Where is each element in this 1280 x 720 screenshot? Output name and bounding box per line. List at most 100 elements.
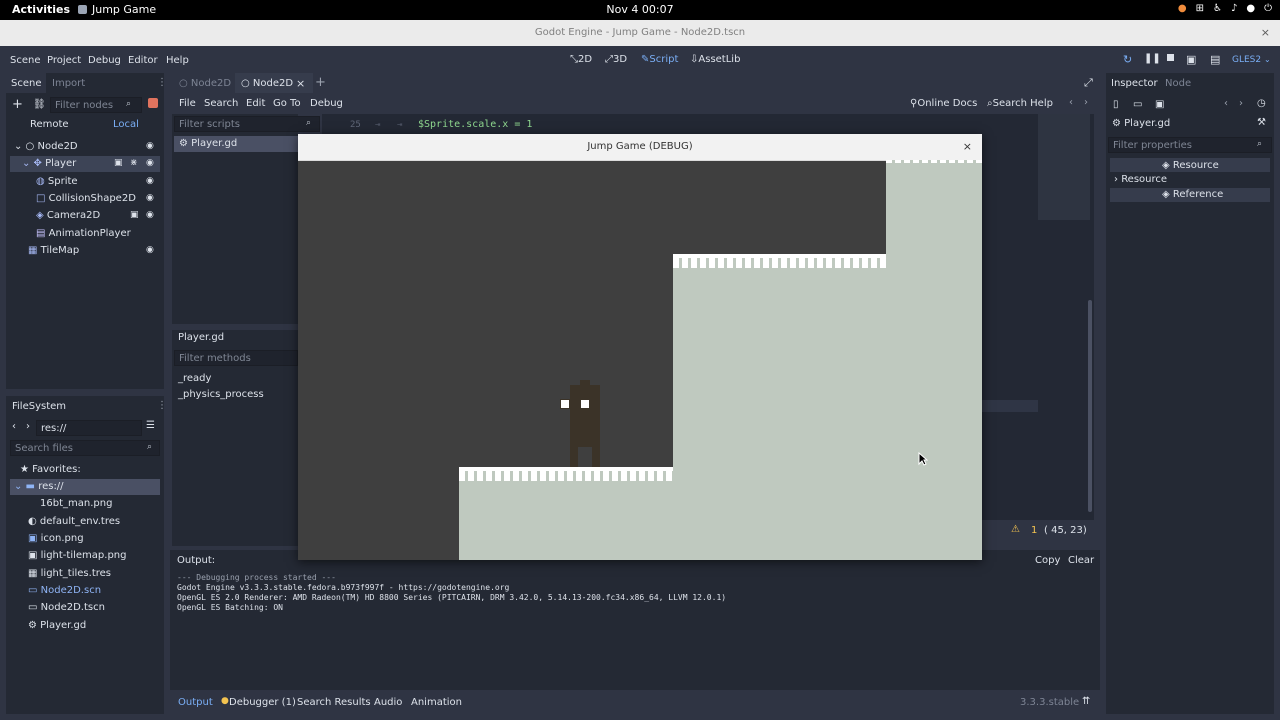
tab-filesystem[interactable]: FileSystem: [12, 401, 66, 412]
tree-node-player[interactable]: ⌄ ✥ Player: [22, 158, 76, 169]
save-icon[interactable]: ▣: [1155, 99, 1164, 110]
file-item[interactable]: 16bt_man.png: [40, 498, 112, 509]
scene-tab-node2d-active[interactable]: ○ Node2D: [241, 78, 293, 89]
menu-debug[interactable]: Debug: [88, 55, 121, 66]
folder-res[interactable]: ⌄ ▬ res://: [14, 481, 64, 492]
file-item[interactable]: ▦ light_tiles.tres: [28, 568, 111, 579]
close-tab-icon[interactable]: ×: [296, 77, 305, 90]
split-view-icon[interactable]: ☰: [146, 420, 155, 431]
open-folder-icon[interactable]: ▭: [1133, 99, 1142, 110]
volume-icon[interactable]: ♪: [1231, 3, 1237, 14]
update-icon[interactable]: ●: [1178, 3, 1187, 14]
game-close-button[interactable]: ×: [963, 134, 972, 160]
add-node-icon[interactable]: +: [12, 97, 23, 112]
bottom-tab-audio[interactable]: Audio: [374, 697, 402, 708]
tab-scene[interactable]: Scene: [11, 78, 42, 89]
inspector-object[interactable]: ⚙ Player.gd: [1112, 118, 1170, 129]
menu-editor[interactable]: Editor: [128, 55, 158, 66]
tab-node[interactable]: Node: [1165, 78, 1191, 89]
copy-button[interactable]: Copy: [1035, 555, 1060, 566]
clock[interactable]: Nov 4 00:07: [0, 3, 1280, 16]
local-button[interactable]: Local: [113, 119, 139, 130]
script-menu-debug[interactable]: Debug: [310, 98, 343, 109]
script-list-item[interactable]: ⚙ Player.gd: [179, 138, 237, 149]
system-tray[interactable]: ● ⊞ ♿ ♪ ● ⏻: [1178, 3, 1272, 14]
filter-methods-input[interactable]: [174, 350, 298, 366]
scene-tab-node2d[interactable]: ○ Node2D: [179, 78, 231, 89]
object-tools-icon[interactable]: ⚒: [1257, 117, 1266, 128]
dock-menu-icon[interactable]: ⋮: [157, 400, 167, 411]
visibility-eye-icon[interactable]: ◉: [146, 141, 154, 151]
tree-node-tilemap[interactable]: ▦ TileMap: [28, 245, 79, 256]
menu-project[interactable]: Project: [47, 55, 81, 66]
search-help-button[interactable]: ⌕Search Help: [987, 98, 1053, 109]
visibility-eye-icon[interactable]: ◉: [146, 158, 154, 168]
favorites-folder[interactable]: ★ Favorites:: [20, 464, 81, 475]
group-icon[interactable]: ⋇: [130, 158, 138, 168]
method-item[interactable]: _ready: [178, 373, 211, 384]
workspace-3d-button[interactable]: ⤢3D: [605, 54, 627, 65]
dock-menu-icon[interactable]: ⋮: [157, 77, 167, 88]
network-icon[interactable]: ⊞: [1196, 3, 1204, 14]
visibility-eye-icon[interactable]: ◉: [146, 193, 154, 203]
bottom-tab-debugger[interactable]: Debugger (1): [229, 697, 296, 708]
file-item[interactable]: ⚙ Player.gd: [28, 620, 86, 631]
section-resource[interactable]: › Resource: [1114, 174, 1167, 185]
bottom-tab-animation[interactable]: Animation: [411, 697, 462, 708]
menu-scene[interactable]: Scene: [10, 55, 41, 66]
script-icon[interactable]: ▣: [130, 210, 139, 220]
new-resource-icon[interactable]: ▯: [1113, 99, 1119, 110]
file-item[interactable]: ▭ Node2D.tscn: [28, 602, 105, 613]
forward-arrow-icon[interactable]: ›: [1239, 98, 1243, 109]
code-minimap[interactable]: [1038, 114, 1090, 220]
link-icon[interactable]: ⛓: [33, 99, 46, 110]
bottom-tab-output[interactable]: Output: [178, 697, 213, 708]
pause-button[interactable]: ❚❚: [1144, 53, 1161, 64]
remote-button[interactable]: Remote: [30, 119, 69, 130]
script-menu-goto[interactable]: Go To: [273, 98, 301, 109]
distraction-free-icon[interactable]: ⤢: [1084, 76, 1093, 90]
accessibility-icon[interactable]: ♿: [1213, 3, 1222, 14]
visibility-eye-icon[interactable]: ◉: [146, 210, 154, 220]
visibility-eye-icon[interactable]: ◉: [146, 176, 154, 186]
file-item[interactable]: ▣ light-tilemap.png: [28, 550, 126, 561]
microphone-icon[interactable]: ●: [1246, 3, 1255, 14]
script-menu-edit[interactable]: Edit: [246, 98, 265, 109]
online-docs-button[interactable]: ⚲Online Docs: [910, 98, 977, 109]
chevron-down-icon[interactable]: ⌄: [1264, 55, 1271, 64]
file-item[interactable]: ▣ icon.png: [28, 533, 84, 544]
script-menu-file[interactable]: File: [179, 98, 196, 109]
code-scrollbar[interactable]: [1088, 300, 1092, 512]
workspace-script-button[interactable]: ✎Script: [641, 54, 678, 65]
window-titlebar[interactable]: Godot Engine - Jump Game - Node2D.tscn: [0, 20, 1280, 46]
add-tab-icon[interactable]: +: [315, 75, 326, 90]
tree-node-node2d[interactable]: ⌄ ○ Node2D: [14, 141, 78, 152]
tab-import[interactable]: Import: [52, 78, 85, 89]
game-window[interactable]: Jump Game (DEBUG) ×: [298, 134, 982, 560]
script-attach-icon[interactable]: [148, 98, 158, 108]
tree-node-animationplayer[interactable]: ▤ AnimationPlayer: [36, 228, 131, 239]
expand-panel-icon[interactable]: ⇈: [1082, 696, 1090, 707]
menu-help[interactable]: Help: [166, 55, 189, 66]
workspace-assetlib-button[interactable]: ⇩AssetLib: [690, 54, 740, 65]
script-menu-search[interactable]: Search: [204, 98, 238, 109]
renderer-select[interactable]: GLES2: [1232, 55, 1261, 65]
back-arrow-icon[interactable]: ‹: [12, 421, 16, 432]
script-icon[interactable]: ▣: [114, 158, 123, 168]
window-close-button[interactable]: ×: [1261, 20, 1270, 46]
back-arrow-icon[interactable]: ‹: [1069, 97, 1073, 108]
tree-node-camera2d[interactable]: ◈ Camera2D: [36, 210, 100, 221]
warnings-count[interactable]: 1: [1031, 525, 1037, 536]
path-field[interactable]: [36, 420, 142, 436]
search-files-input[interactable]: [10, 440, 160, 456]
forward-arrow-icon[interactable]: ›: [26, 421, 30, 432]
method-item[interactable]: _physics_process: [178, 389, 264, 400]
reload-icon[interactable]: ↻: [1123, 53, 1132, 66]
filter-scripts-input[interactable]: [174, 116, 320, 132]
filter-properties-input[interactable]: [1108, 137, 1272, 153]
back-arrow-icon[interactable]: ‹: [1224, 98, 1228, 109]
play-custom-icon[interactable]: ▤: [1210, 53, 1220, 66]
tree-node-collisionshape2d[interactable]: □ CollisionShape2D: [36, 193, 136, 204]
power-icon[interactable]: ⏻: [1264, 3, 1272, 14]
tree-node-sprite[interactable]: ◍ Sprite: [36, 176, 78, 187]
